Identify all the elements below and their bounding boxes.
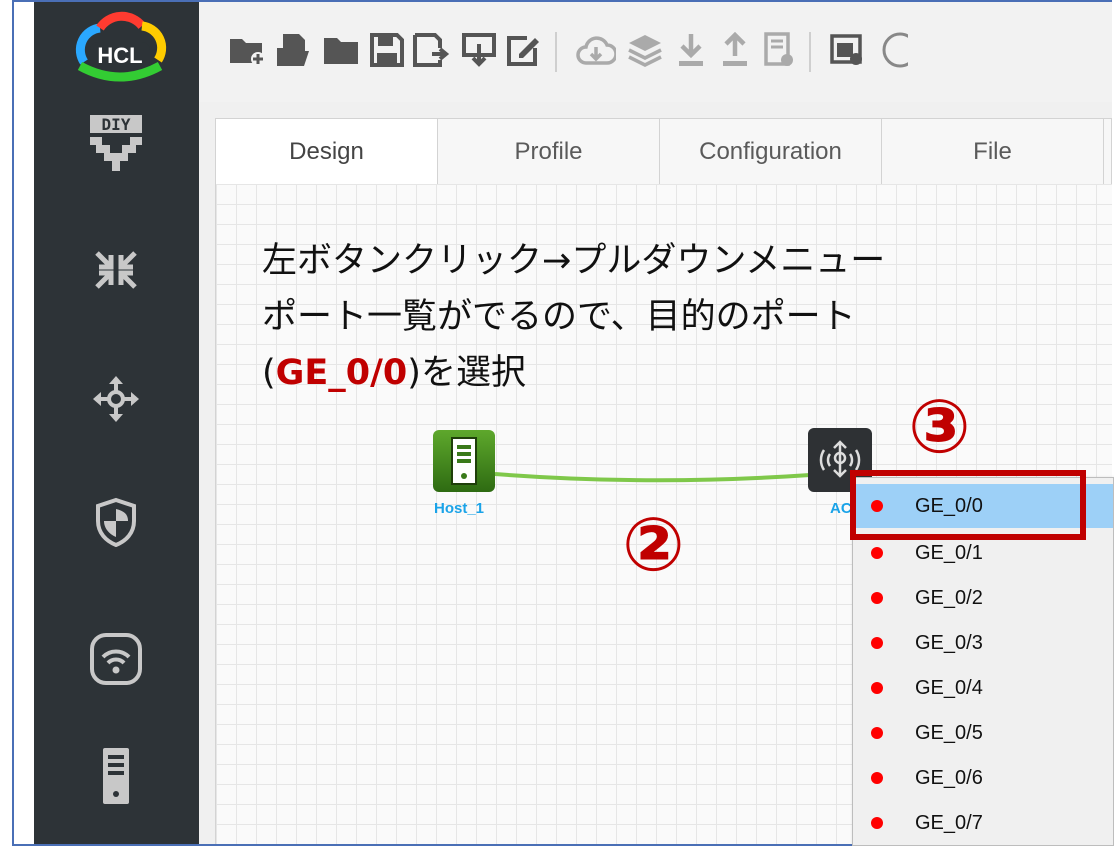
port-label: GE_0/5 [915, 721, 983, 744]
port-status-dot-icon [871, 727, 883, 739]
port-status-dot-icon [871, 637, 883, 649]
port-label: GE_0/7 [915, 811, 983, 834]
port-menu-item[interactable]: GE_0/3 [853, 621, 1113, 665]
network-link [494, 472, 811, 483]
step-2-marker: ② [622, 502, 685, 588]
selection-highlight-box [850, 470, 1086, 540]
port-status-dot-icon [871, 772, 883, 784]
port-status-dot-icon [871, 547, 883, 559]
port-label: GE_0/4 [915, 676, 983, 699]
step-3-marker: ③ [908, 384, 971, 470]
port-label: GE_0/6 [915, 766, 983, 789]
port-label: GE_0/3 [915, 631, 983, 654]
port-label: GE_0/1 [915, 541, 983, 564]
host-node[interactable] [433, 430, 495, 492]
port-label: GE_0/2 [915, 586, 983, 609]
port-status-dot-icon [871, 817, 883, 829]
port-menu-item[interactable]: GE_0/2 [853, 576, 1113, 620]
port-status-dot-icon [871, 592, 883, 604]
port-menu-item[interactable]: GE_0/7 [853, 801, 1113, 845]
server-icon [451, 437, 477, 485]
port-menu-item[interactable]: GE_0/6 [853, 756, 1113, 800]
host-label: Host_1 [434, 500, 485, 517]
port-status-dot-icon [871, 682, 883, 694]
port-menu-item[interactable]: GE_0/5 [853, 711, 1113, 755]
port-menu-item[interactable]: GE_0/4 [853, 666, 1113, 710]
